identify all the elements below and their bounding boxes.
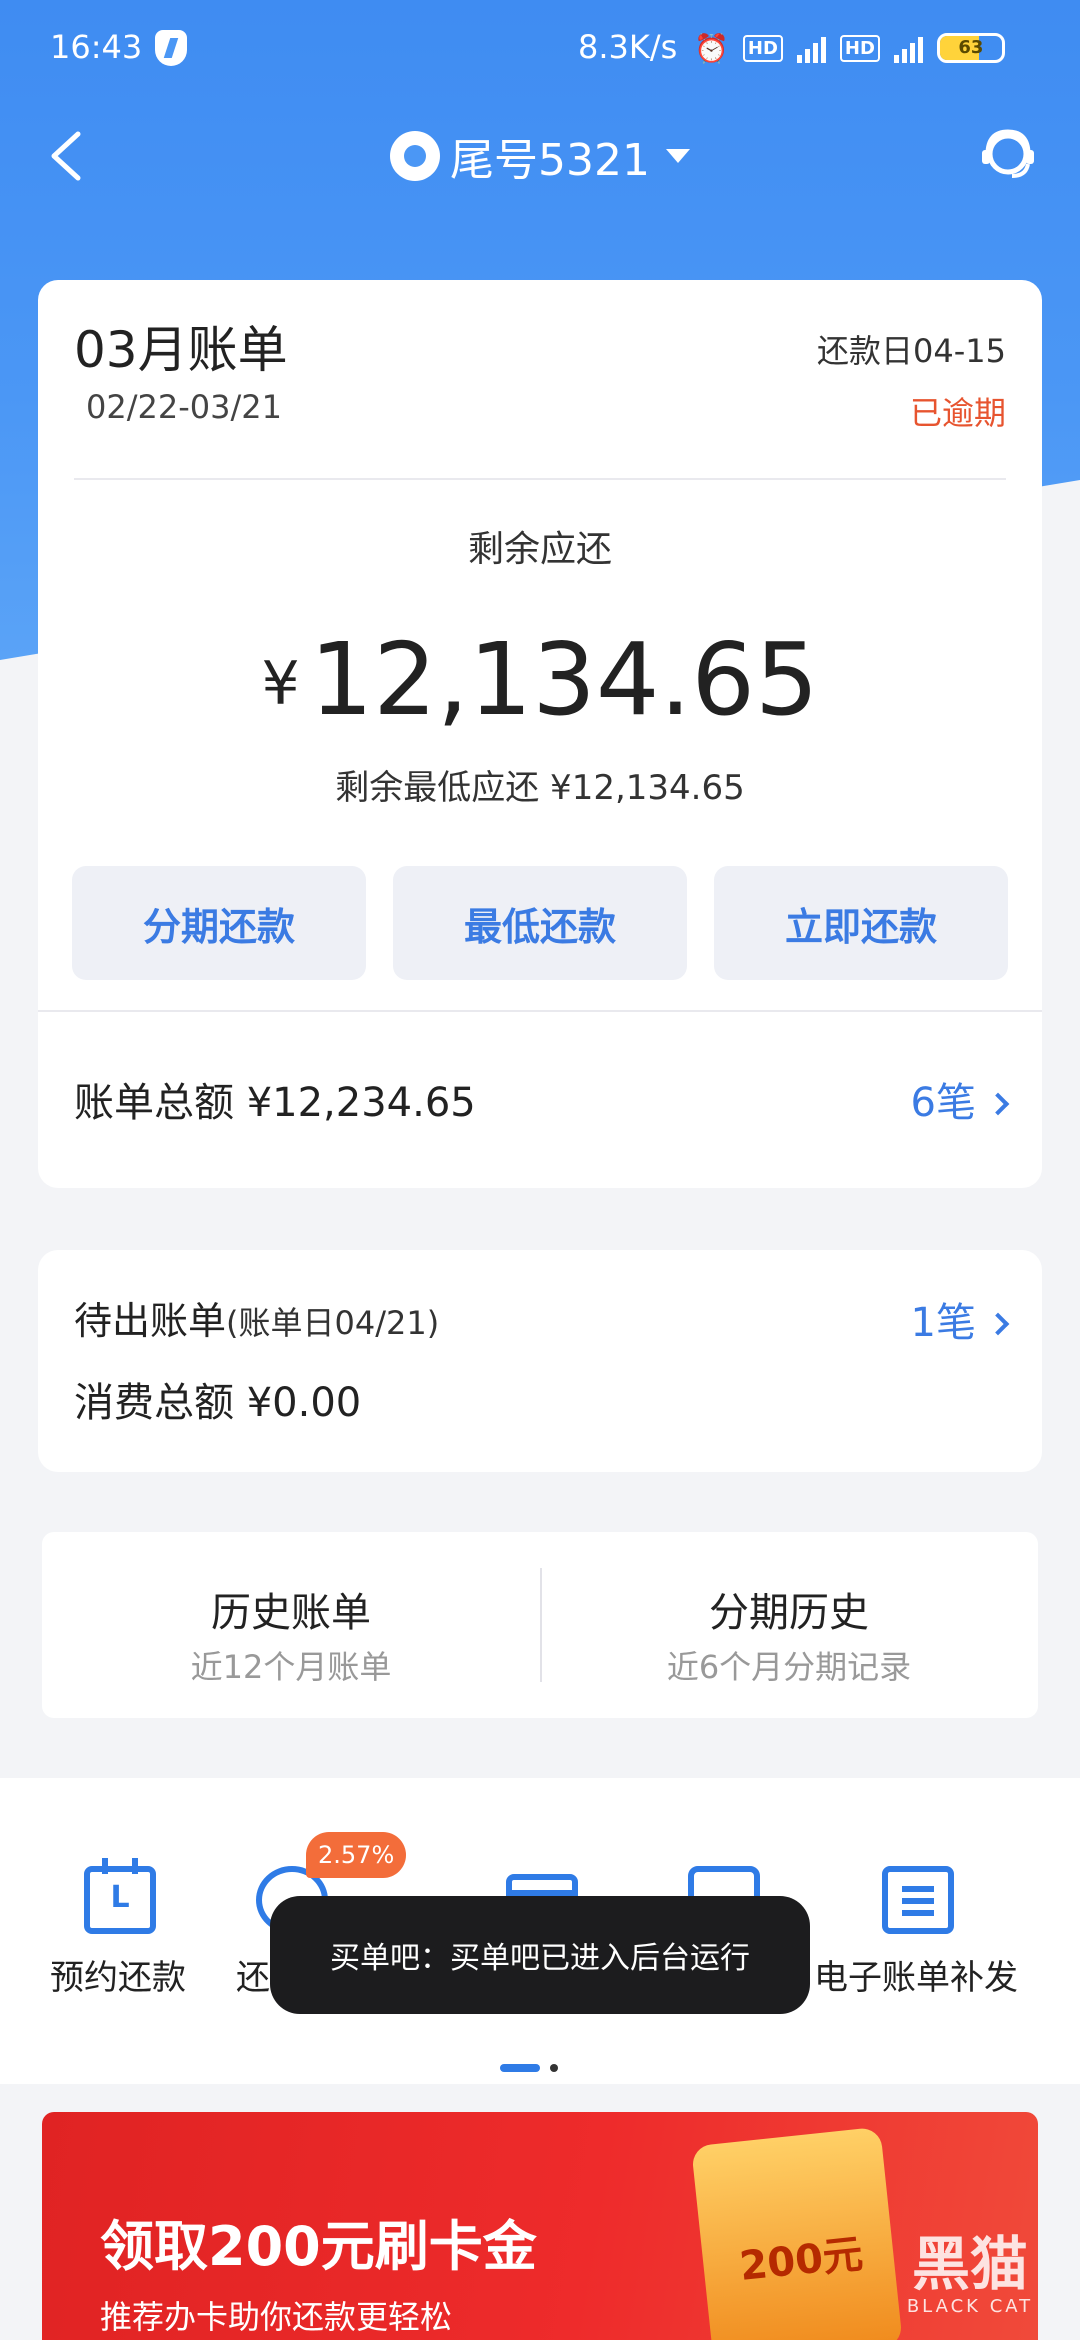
minimum-due: 剩余最低应还 ¥12,134.65 (335, 768, 745, 808)
payment-buttons: 分期还款 最低还款 立即还款 (72, 866, 1008, 980)
battery-icon: 63 (936, 33, 1005, 63)
watermark-text: 黑猫 (911, 2230, 1028, 2298)
bill-transactions-link[interactable]: 6笔 (910, 1070, 1010, 1128)
status-bar: 16:43 8.3K/s ⏰ HD HD 63 (0, 0, 1080, 96)
card-title: 尾号5321 (450, 135, 650, 186)
bill-period: 02/22-03/21 (86, 388, 282, 426)
bill-history-button[interactable]: 历史账单 近12个月账单 (42, 1532, 540, 1718)
remaining-amount: ¥12,134.65 (38, 620, 1042, 744)
battery-level: 63 (958, 37, 984, 58)
network-speed: 8.3K/s (578, 28, 678, 66)
bill-history-subtitle: 近12个月账单 (190, 1648, 392, 1686)
back-arrow-icon[interactable] (40, 126, 100, 186)
installment-history-button[interactable]: 分期历史 近6个月分期记录 (540, 1532, 1038, 1718)
quick-item-e-statement[interactable]: 电子账单补发 (808, 1778, 1024, 2018)
status-time: 16:43 (50, 28, 143, 66)
installment-pay-button[interactable]: 分期还款 (72, 866, 366, 980)
currency-symbol: ¥ (261, 649, 300, 719)
pending-bill-day: (账单日04/21) (226, 1304, 440, 1342)
document-icon (882, 1866, 954, 1934)
watermark-logo: 黑猫 BLACK CAT (902, 2232, 1038, 2317)
divider (74, 478, 1006, 480)
rate-badge: 2.57% (306, 1832, 407, 1878)
gift-box-icon: 200元 (691, 2126, 903, 2340)
quick-item-label: 电子账单补发 (814, 1958, 1018, 1998)
dropdown-caret-icon (665, 149, 690, 163)
customer-service-icon[interactable] (978, 124, 1038, 184)
pending-transactions-count: 1笔 (910, 1300, 976, 1346)
pager-dots (500, 2064, 558, 2072)
pending-bill-label: 待出账单 (74, 1299, 227, 1343)
chevron-right-icon (986, 1092, 1010, 1116)
shield-bolt-icon (155, 30, 187, 66)
alarm-icon: ⏰ (694, 31, 729, 65)
hd-icon: HD (839, 34, 880, 62)
signal-icon (893, 33, 923, 63)
calendar-letter: L (110, 1880, 130, 1915)
calendar-icon: L (84, 1858, 156, 1934)
pending-bill-title: 待出账单(账单日04/21) (74, 1290, 439, 1345)
banner-subtitle: 推荐办卡助你还款更轻松 (100, 2298, 453, 2336)
installment-history-subtitle: 近6个月分期记录 (666, 1648, 912, 1686)
status-icons: ⏰ HD HD 63 (694, 28, 1005, 68)
signal-icon (796, 33, 826, 63)
navigation-bar: 尾号5321 (0, 110, 1080, 210)
bank-logo-icon (390, 131, 440, 181)
card-selector[interactable]: 尾号5321 (390, 124, 690, 188)
consumption-total: 消费总额 ¥0.00 (74, 1380, 362, 1426)
history-card: 历史账单 近12个月账单 分期历史 近6个月分期记录 (42, 1532, 1038, 1718)
remaining-amount-value: 12,134.65 (309, 621, 819, 738)
pager-dot-active (500, 2064, 540, 2072)
due-date: 还款日04-15 (817, 332, 1006, 370)
divider (38, 1010, 1042, 1012)
gift-amount: 200元 (737, 2231, 866, 2290)
pager-dot (550, 2064, 558, 2072)
toast-message: 买单吧：买单吧已进入后台运行 (270, 1896, 810, 2014)
pending-bill-card: 待出账单(账单日04/21) 1笔 消费总额 ¥0.00 (38, 1250, 1042, 1472)
chevron-right-icon (986, 1312, 1010, 1336)
remaining-label: 剩余应还 (467, 529, 612, 570)
promo-banner[interactable]: 领取200元刷卡金 推荐办卡助你还款更轻松 200元 黑猫 BLACK CAT (42, 2112, 1038, 2340)
bill-transactions-count: 6笔 (910, 1080, 976, 1126)
installment-history-title: 分期历史 (709, 1590, 869, 1636)
bill-total: 账单总额 ¥12,234.65 (74, 1080, 476, 1126)
pay-now-button[interactable]: 立即还款 (714, 866, 1008, 980)
minimum-pay-button[interactable]: 最低还款 (393, 866, 687, 980)
hd-icon: HD (742, 34, 783, 62)
watermark-subtext: BLACK CAT (906, 2296, 1034, 2317)
pending-transactions-link[interactable]: 1笔 (910, 1290, 1010, 1348)
overdue-status: 已逾期 (909, 394, 1006, 432)
bill-history-title: 历史账单 (211, 1590, 371, 1636)
banner-title: 领取200元刷卡金 (100, 2215, 537, 2278)
bill-card: 03月账单 02/22-03/21 还款日04-15 已逾期 剩余应还 ¥12,… (38, 280, 1042, 1188)
bill-month-title: 03月账单 (74, 321, 288, 379)
